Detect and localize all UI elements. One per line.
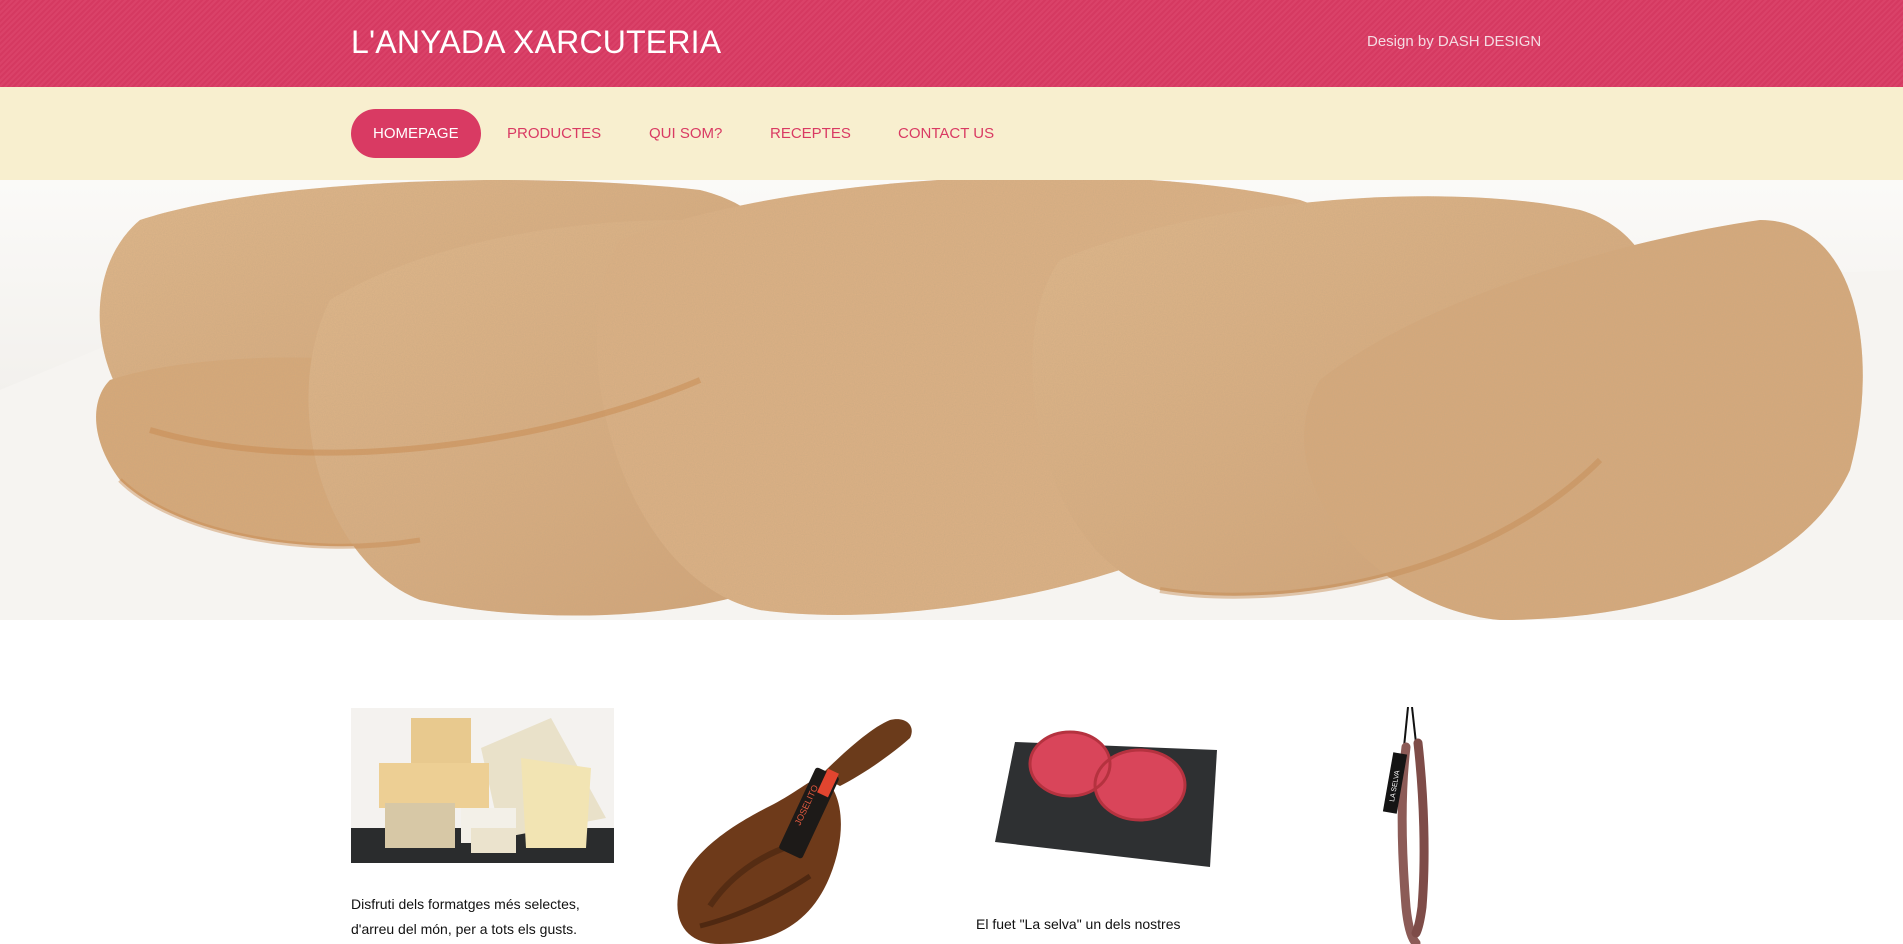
product-description-cheese-line1: Disfruti dels formatges més selectes, (351, 896, 580, 912)
site-title[interactable]: L'ANYADA XARCUTERIA (351, 22, 721, 62)
cured-ham-leg-image: JOSELITO (677, 719, 912, 944)
hero-banner-image (0, 180, 1903, 620)
hanging-fuet-image: LA SELVA (1382, 706, 1429, 944)
nav-item-homepage[interactable]: HOMEPAGE (351, 109, 481, 158)
site-header: L'ANYADA XARCUTERIA Design by DASH DESIG… (0, 0, 1903, 87)
nav-item-productes[interactable]: PRODUCTES (507, 109, 601, 158)
product-image-fuet[interactable]: LA SELVA (1382, 706, 1432, 944)
nav-item-receptes[interactable]: RECEPTES (770, 109, 851, 158)
product-image-burgers[interactable] (995, 722, 1217, 867)
cheese-assortment-image (351, 708, 614, 863)
nav-item-qui-som[interactable]: QUI SOM? (649, 109, 722, 158)
nav-item-contact-us[interactable]: CONTACT US (898, 109, 994, 158)
main-navigation: HOMEPAGE PRODUCTES QUI SOM? RECEPTES CON… (0, 87, 1903, 180)
burger-patties-image (995, 730, 1217, 867)
product-image-cheese[interactable] (351, 708, 614, 863)
product-image-ham[interactable]: JOSELITO (670, 716, 920, 944)
breaded-cutlets-image (0, 180, 1903, 620)
product-description-fuet-line1: El fuet "La selva" un dels nostres (976, 916, 1181, 932)
design-credit: Design by DASH DESIGN (1367, 33, 1542, 50)
product-description-cheese-line2: d'arreu del món, per a tots els gusts. (351, 921, 578, 937)
